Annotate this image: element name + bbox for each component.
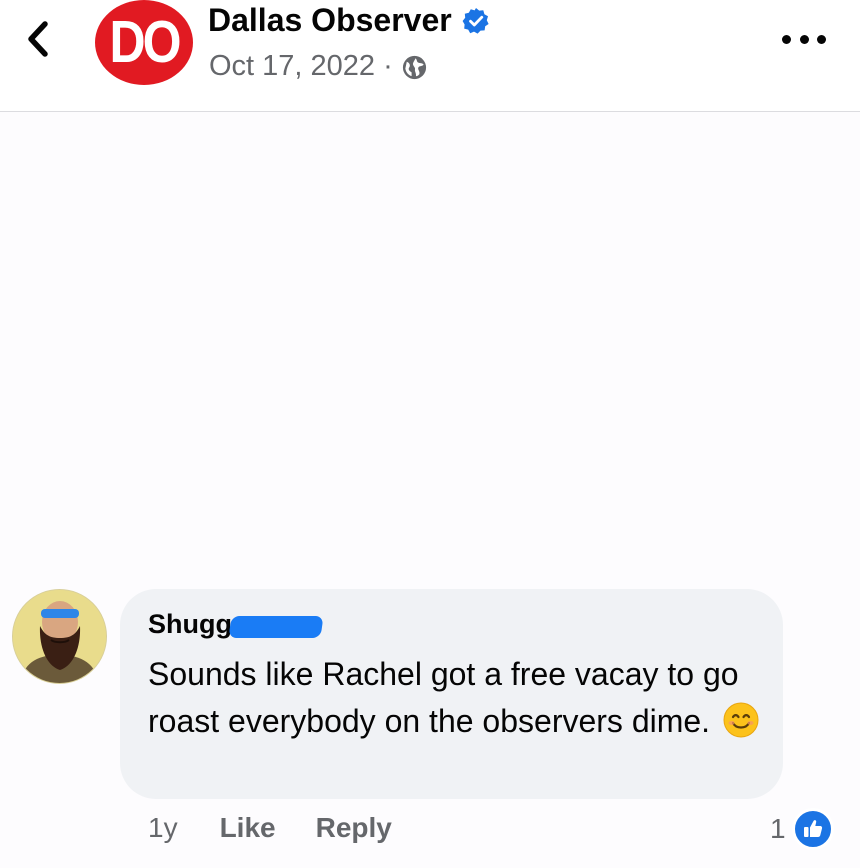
smiling-face-emoji-icon xyxy=(723,702,759,738)
page-name[interactable]: Dallas Observer xyxy=(208,2,452,39)
comment-text-block: Sounds like Rachel got a free vacay to g… xyxy=(148,651,773,745)
more-dot xyxy=(782,34,791,44)
meta-separator: · xyxy=(383,50,393,82)
bearded-man-avatar-icon xyxy=(13,590,106,683)
commenter-name-row: Shugg xyxy=(148,609,324,640)
comment-time[interactable]: 1y xyxy=(148,812,178,844)
chevron-left-icon xyxy=(28,21,48,57)
verified-badge-icon xyxy=(462,7,489,34)
comment-text: Sounds like Rachel got a free vacay to g… xyxy=(148,656,739,739)
commenter-avatar[interactable] xyxy=(12,589,107,684)
comment-actions: 1y Like Reply xyxy=(148,812,432,844)
comment-reactions[interactable]: 1 xyxy=(770,808,834,850)
like-thumb-icon xyxy=(803,820,822,837)
back-button[interactable] xyxy=(18,18,58,60)
comment-bubble: Shugg Sounds like Rachel got a free vaca… xyxy=(120,589,783,799)
logo-text: DO xyxy=(109,8,182,75)
more-dot xyxy=(799,34,809,44)
reply-button[interactable]: Reply xyxy=(316,812,392,844)
reaction-count: 1 xyxy=(770,813,786,844)
more-options-button[interactable] xyxy=(782,28,826,50)
page-logo[interactable]: DO xyxy=(95,0,193,85)
page-name-row: Dallas Observer xyxy=(208,2,490,39)
post-header: DO Dallas Observer Oct 17, 2022 · xyxy=(0,0,860,112)
post-page: DO Dallas Observer Oct 17, 2022 · Shugg … xyxy=(0,0,860,868)
post-date[interactable]: Oct 17, 2022 xyxy=(209,50,375,83)
globe-icon xyxy=(402,55,426,80)
name-redaction-mark xyxy=(228,615,324,638)
like-button[interactable]: Like xyxy=(220,812,276,844)
more-dot xyxy=(817,34,826,44)
commenter-name[interactable]: Shugg xyxy=(148,609,232,640)
like-reaction-badge xyxy=(791,808,834,850)
post-meta: Oct 17, 2022 · xyxy=(209,50,428,83)
